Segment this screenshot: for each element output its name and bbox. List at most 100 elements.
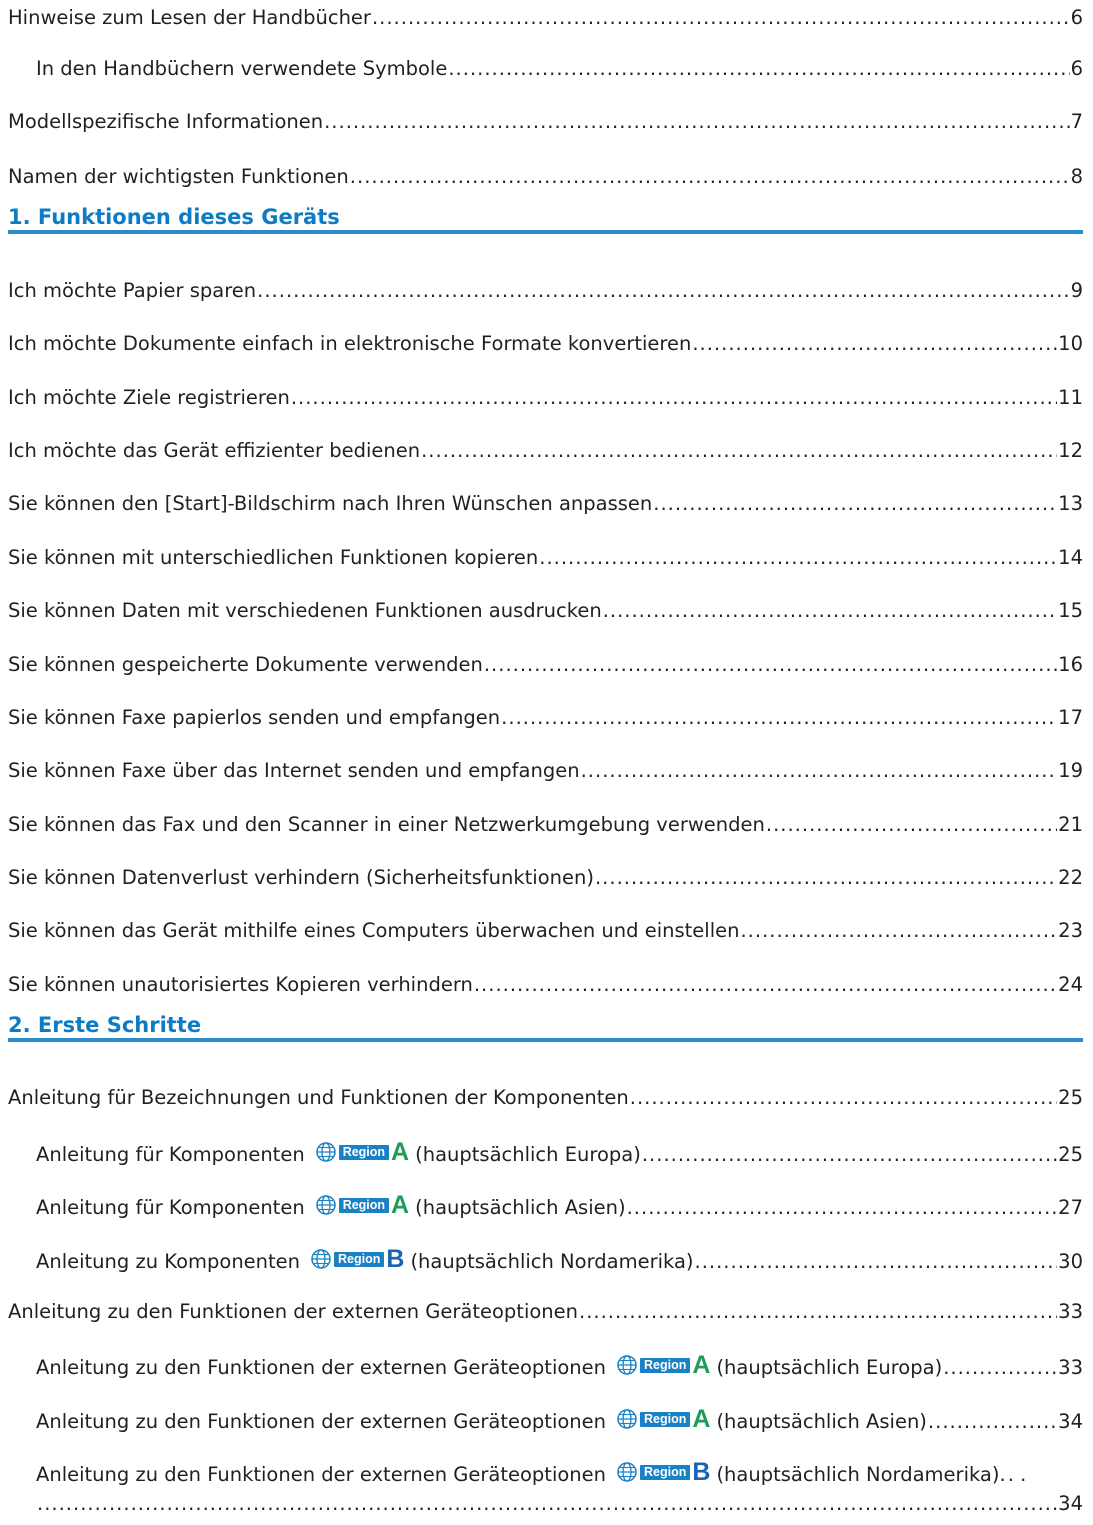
region-a-mark: Region A	[315, 1191, 410, 1219]
toc-entry-page: 27	[1058, 1196, 1083, 1219]
toc-entry[interactable]: Sie können Faxe papierlos senden und emp…	[8, 705, 1083, 731]
toc-entry-page: 16	[1058, 653, 1083, 676]
chapter-heading[interactable]: 2. Erste Schritte	[8, 1010, 1083, 1040]
toc-entry-title: Sie können Faxe über das Internet senden…	[8, 759, 580, 782]
toc-entry-suffix: (hauptsächlich Europa)	[716, 1356, 943, 1379]
dot-leader: ........................................…	[653, 492, 1057, 515]
chapter-heading[interactable]: 1. Funktionen dieses Geräts	[8, 202, 1083, 232]
toc-entry-page: 15	[1058, 599, 1083, 622]
toc-entry-page: 12	[1058, 439, 1083, 462]
toc-entry[interactable]: Anleitung für Komponenten Region A (haup…	[36, 1192, 1083, 1221]
toc-entry[interactable]: Sie können den [Start]-Bildschirm nach I…	[8, 491, 1083, 517]
region-letter: B	[386, 1245, 405, 1273]
chapter-rule	[8, 230, 1083, 234]
toc-entry-page: 8	[1070, 165, 1083, 188]
dot-leader: ........................................…	[602, 599, 1057, 622]
toc-entry-page: 33	[1058, 1300, 1083, 1323]
toc-entry-title: Sie können den [Start]-Bildschirm nach I…	[8, 492, 653, 515]
toc-entry[interactable]: Modellspezifische Informationen ........…	[8, 109, 1083, 135]
toc-entry[interactable]: Sie können Datenverlust verhindern (Sich…	[8, 865, 1083, 891]
toc-entry[interactable]: Sie können mit unterschiedlichen Funktio…	[8, 545, 1083, 571]
toc-entry-page: 9	[1070, 279, 1083, 302]
toc-entry-suffix: (hauptsächlich Asien)	[716, 1410, 927, 1433]
toc-entry[interactable]: Sie können Daten mit verschiedenen Funkt…	[8, 598, 1083, 624]
region-a-mark: Region A	[315, 1138, 410, 1166]
toc-entry-title: Anleitung für Bezeichnungen und Funktion…	[8, 1086, 629, 1109]
toc-entry[interactable]: Anleitung zu Komponenten Region B (haupt…	[36, 1246, 1083, 1275]
toc-entry-title: Anleitung zu den Funktionen der externen…	[36, 1356, 607, 1379]
toc-entry[interactable]: Ich möchte Papier sparen ...............…	[8, 278, 1083, 304]
dot-leader: ........................................…	[473, 973, 1057, 996]
toc-entry[interactable]: Sie können unautorisiertes Kopieren verh…	[8, 972, 1083, 998]
toc-entry-page: 19	[1058, 759, 1083, 782]
toc-entry[interactable]: In den Handbüchern verwendete Symbole ..…	[36, 56, 1083, 82]
toc-entry[interactable]: Ich möchte Ziele registrieren ..........…	[8, 385, 1083, 411]
dot-leader: ........................................…	[580, 759, 1058, 782]
toc-entry[interactable]: Anleitung für Komponenten Region A (haup…	[36, 1139, 1083, 1168]
toc-entry[interactable]: Anleitung zu den Funktionen der externen…	[8, 1299, 1083, 1325]
dot-leader: ........................................…	[943, 1356, 1057, 1379]
dot-leader: ........................................…	[501, 706, 1057, 729]
dot-leader: ........................................…	[579, 1300, 1057, 1323]
toc-entry-page: 23	[1058, 919, 1083, 942]
toc-entry[interactable]: Ich möchte Dokumente einfach in elektron…	[8, 331, 1083, 357]
toc-entry[interactable]: Anleitung zu den Funktionen der externen…	[36, 1352, 1083, 1381]
chapter-rule	[8, 1038, 1083, 1042]
dot-leader: ........................................…	[641, 1143, 1057, 1166]
dot-leader: ........................................…	[629, 1086, 1057, 1109]
toc-entry[interactable]: Anleitung zu den Funktionen der externen…	[36, 1406, 1083, 1435]
toc-entry-page: 11	[1058, 386, 1083, 409]
toc-entry-title: Sie können das Gerät mithilfe eines Comp…	[8, 919, 740, 942]
toc-entry-title: Anleitung zu den Funktionen der externen…	[36, 1410, 607, 1433]
globe-icon	[617, 1462, 637, 1482]
dot-leader: ........................................…	[594, 866, 1057, 889]
dot-leader: ........................................…	[257, 279, 1069, 302]
toc-entry[interactable]: Sie können gespeicherte Dokumente verwen…	[8, 652, 1083, 678]
toc-entry-title: Anleitung zu den Funktionen der externen…	[36, 1463, 607, 1486]
dot-leader: ........................................…	[539, 546, 1058, 569]
toc-entry-title: Ich möchte Papier sparen	[8, 279, 257, 302]
dot-leader: ........................................…	[290, 386, 1057, 409]
globe-icon	[617, 1355, 637, 1375]
dot-leader: ........................................…	[694, 1250, 1058, 1273]
toc-entry-title: Hinweise zum Lesen der Handbücher	[8, 6, 371, 29]
toc-entry-title: Ich möchte Dokumente einfach in elektron…	[8, 332, 692, 355]
dot-leader: ........................................…	[927, 1410, 1058, 1433]
dot-leader: ........................................…	[448, 57, 1070, 80]
toc-entry-title: Sie können das Fax und den Scanner in ei…	[8, 813, 765, 836]
toc-entry-page: 6	[1070, 57, 1083, 80]
globe-icon	[315, 1142, 336, 1162]
region-letter: B	[692, 1458, 711, 1486]
toc-entry-page: 22	[1058, 866, 1083, 889]
toc-entry-title: Ich möchte das Gerät effizienter bediene…	[8, 439, 421, 462]
toc-entry-title: Sie können unautorisiertes Kopieren verh…	[8, 973, 473, 996]
toc-entry[interactable]: Hinweise zum Lesen der Handbücher ......…	[8, 5, 1083, 31]
toc-entry[interactable]: Sie können Faxe über das Internet senden…	[8, 758, 1083, 784]
region-letter: A	[391, 1138, 410, 1166]
toc-entry[interactable]: Ich möchte das Gerät effizienter bediene…	[8, 438, 1083, 464]
toc-entry[interactable]: Anleitung für Bezeichnungen und Funktion…	[8, 1085, 1083, 1111]
toc-entry-page: 34	[1058, 1492, 1083, 1515]
toc-entry-title: Sie können mit unterschiedlichen Funktio…	[8, 546, 539, 569]
region-a-mark: Region A	[616, 1405, 711, 1433]
toc-entry-page: 17	[1058, 706, 1083, 729]
toc-entry-page: 13	[1058, 492, 1083, 515]
toc-entry-page: 30	[1058, 1250, 1083, 1273]
toc-entry-page: 21	[1058, 813, 1083, 836]
toc-entry[interactable]: Sie können das Gerät mithilfe eines Comp…	[8, 918, 1083, 944]
toc-entry-page: 7	[1070, 110, 1083, 133]
toc-entry-title: Anleitung für Komponenten	[36, 1143, 305, 1166]
toc-entry-title: Anleitung zu Komponenten	[36, 1250, 301, 1273]
region-a-mark: Region A	[616, 1353, 710, 1378]
toc-entry[interactable]: Anleitung zu den Funktionen der externen…	[36, 1459, 1083, 1488]
region-letter: A	[391, 1191, 410, 1219]
toc-entry-trailing: . .	[1007, 1463, 1027, 1486]
toc-entry-title: Modellspezifische Informationen	[8, 110, 324, 133]
region-letter: A	[692, 1405, 711, 1433]
toc-entry[interactable]: Namen der wichtigsten Funktionen .......…	[8, 164, 1083, 190]
dot-leader: ........................................…	[371, 6, 1070, 29]
dot-leader: ........................................…	[692, 332, 1057, 355]
toc-entry[interactable]: Sie können das Fax und den Scanner in ei…	[8, 812, 1083, 838]
dot-leader: ........................................…	[421, 439, 1057, 462]
toc-entry-suffix: (hauptsächlich Nordamerika).	[716, 1463, 1006, 1486]
